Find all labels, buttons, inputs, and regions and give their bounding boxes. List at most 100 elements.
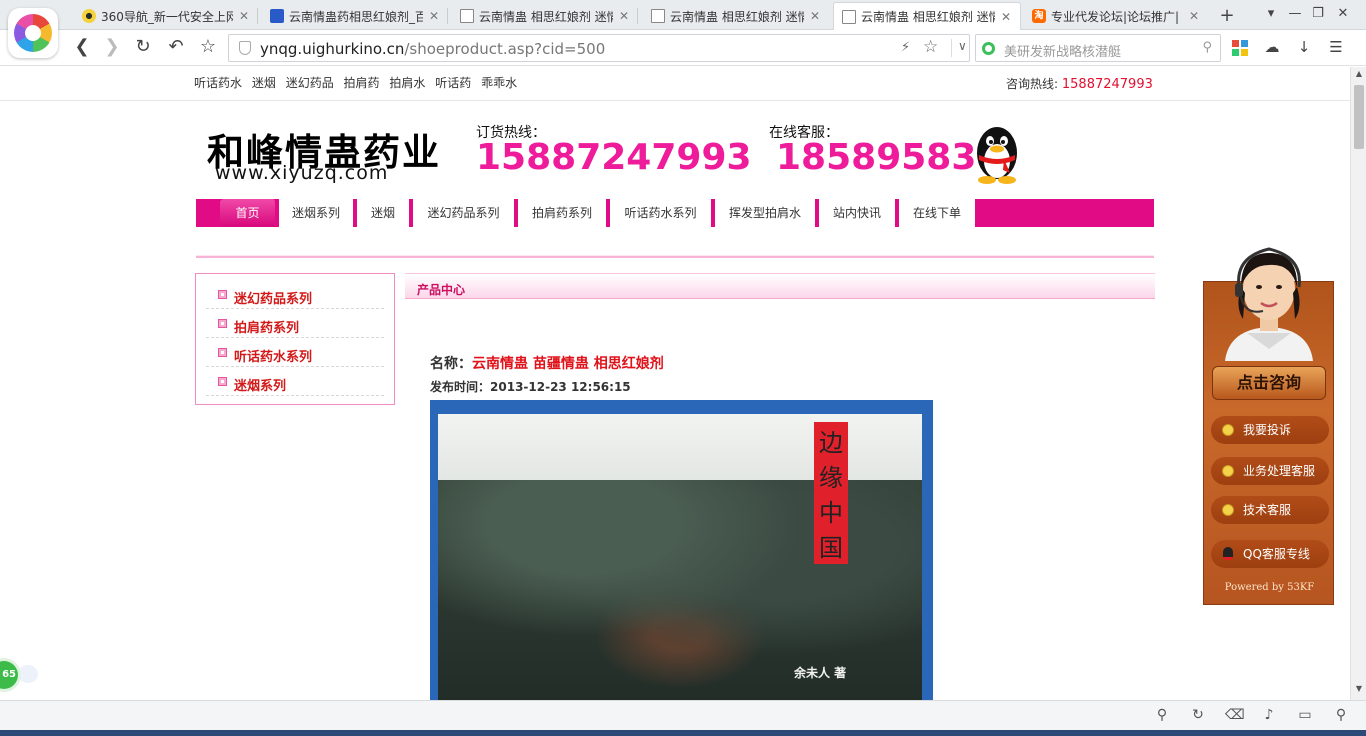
bookmark-star-icon[interactable]: ☆ [196, 36, 220, 60]
address-bar[interactable]: ynqg.uighurkino.cn/shoeproduct.asp?cid=5… [228, 34, 970, 62]
sidebar-item-label: 拍肩药系列 [234, 321, 300, 336]
floating-360-badge[interactable]: 65 [0, 661, 18, 689]
top-link[interactable]: 拍肩药 [344, 76, 380, 90]
zoom-icon[interactable]: ⚲ [1332, 707, 1350, 725]
search-input[interactable]: 美研发新战略核潜艇 [1004, 41, 1121, 60]
book-title-char: 中 [819, 499, 843, 527]
tab-title: 360导航_新一代安全上网 [101, 9, 233, 24]
url-host: ynqg.uighurkino.cn [260, 40, 405, 58]
window-icon[interactable]: ▭ [1296, 707, 1314, 725]
tab-separator [637, 8, 638, 24]
tab-separator [447, 8, 448, 24]
close-icon[interactable]: ✕ [618, 9, 630, 23]
cloud-icon[interactable]: ☁ [1262, 38, 1282, 58]
close-icon[interactable]: ✕ [1188, 9, 1200, 23]
top-link[interactable]: 拍肩水 [389, 76, 425, 90]
chevron-down-icon[interactable]: ∨ [951, 39, 967, 57]
trash-icon[interactable]: ⌫ [1225, 707, 1245, 725]
content-header: 产品中心 [405, 273, 1155, 299]
360-icon [82, 9, 96, 23]
close-icon[interactable]: ✕ [238, 9, 250, 23]
site-logo-url: www.xiyuzq.com [215, 162, 389, 184]
top-link[interactable]: 听话药 [435, 76, 471, 90]
shirt-skin-icon[interactable]: ▾ [1262, 6, 1280, 21]
top-link[interactable]: 乖乖水 [481, 76, 517, 90]
browser-status-bar: ⚲ ↻ ⌫ ♪ ▭ ⚲ [0, 700, 1366, 730]
scroll-thumb[interactable] [1354, 85, 1364, 149]
scroll-down-icon[interactable]: ▼ [1351, 684, 1366, 693]
top-link[interactable]: 迷烟 [252, 76, 276, 90]
online-service-number: 185895838 [776, 137, 1002, 178]
new-tab-button[interactable]: + [1216, 5, 1238, 26]
tab-title: 云南情蛊 相思红娘剂 迷情 [861, 10, 995, 24]
search-engine-icon [982, 42, 995, 55]
bullet-icon [218, 290, 227, 299]
nav-volatile-shoulder-water[interactable]: 挥发型拍肩水 [715, 199, 817, 227]
undo-close-icon[interactable]: ↶ [164, 36, 188, 60]
top-hotline-number: 15887247993 [1061, 77, 1153, 92]
publish-time: 2013-12-23 12:56:15 [490, 380, 631, 394]
sidebar-item-shoulder-pat[interactable]: 拍肩药系列 [206, 309, 384, 338]
lightning-icon[interactable]: ⚡ [901, 40, 910, 55]
favorite-star-icon[interactable]: ☆ [923, 37, 938, 57]
shield-icon [239, 41, 251, 55]
close-icon[interactable]: ✕ [428, 9, 440, 23]
search-icon[interactable]: ⚲ [1202, 40, 1212, 55]
pin-icon[interactable]: ⚲ [1153, 707, 1171, 725]
publish-time-row: 发布时间：2013-12-23 12:56:15 [430, 378, 631, 395]
reload-icon[interactable]: ↻ [131, 36, 155, 60]
book-title: 边缘中国 [814, 422, 848, 564]
nav-home[interactable]: 首页 [220, 199, 277, 227]
url-text[interactable]: ynqg.uighurkino.cn/shoeproduct.asp?cid=5… [260, 40, 605, 58]
close-icon[interactable]: ✕ [1000, 10, 1012, 24]
product-name-row: 名称：云南情蛊 苗疆情蛊 相思红娘剂 [430, 353, 664, 373]
nav-hallucinogen-series[interactable]: 迷幻药品系列 [413, 199, 516, 227]
url-path: /shoeproduct.asp?cid=500 [404, 40, 606, 58]
apps-grid-icon[interactable] [1232, 40, 1248, 56]
nav-mist-smoke-series[interactable]: 迷烟系列 [279, 199, 355, 227]
window-close-icon[interactable]: ✕ [1334, 6, 1352, 21]
nav-site-news[interactable]: 站内快讯 [819, 199, 897, 227]
sidebar-item-obedience-potion[interactable]: 听话药水系列 [206, 338, 384, 367]
vertical-scrollbar[interactable]: ▲ ▼ [1350, 67, 1366, 700]
nav-obedience-potion-series[interactable]: 听话药水系列 [610, 199, 713, 227]
tech-service-label: 技术客服 [1243, 503, 1292, 517]
tab-page-2[interactable]: 云南情蛊 相思红娘剂 迷情 ✕ [643, 2, 829, 30]
consult-button[interactable]: 点击咨询 [1212, 366, 1326, 400]
complaint-button[interactable]: 我要投诉 [1211, 416, 1329, 444]
sidebar-item-hallucinogen[interactable]: 迷幻药品系列 [206, 280, 384, 309]
complaint-label: 我要投诉 [1243, 423, 1292, 437]
tab-page-active[interactable]: 云南情蛊 相思红娘剂 迷情 ✕ [833, 2, 1021, 30]
tab-forum-promo[interactable]: 淘 专业代发论坛|论坛推广| ✕ [1024, 2, 1208, 30]
menu-icon[interactable]: ☰ [1326, 38, 1346, 58]
close-icon[interactable]: ✕ [809, 9, 821, 23]
tab-360-nav[interactable]: 360导航_新一代安全上网 ✕ [74, 2, 258, 30]
maximize-icon[interactable]: ❐ [1309, 6, 1327, 21]
top-link[interactable]: 听话药水 [194, 76, 242, 90]
tab-bar: 360导航_新一代安全上网 ✕ 云南情蛊药相思红娘剂_百 ✕ 云南情蛊 相思红娘… [0, 0, 1366, 30]
tab-page-1[interactable]: 云南情蛊 相思红娘剂 迷情 ✕ [452, 2, 638, 30]
search-box[interactable]: 美研发新战略核潜艇 ⚲ [975, 34, 1221, 62]
speedup-icon[interactable]: ↻ [1189, 707, 1207, 725]
minimize-icon[interactable]: — [1286, 6, 1304, 21]
scroll-up-icon[interactable]: ▲ [1351, 69, 1366, 78]
content-title: 产品中心 [417, 283, 466, 297]
back-icon[interactable]: ❮ [70, 36, 94, 60]
chat-bubble-icon[interactable] [18, 665, 38, 683]
nav-shoulder-pat-series[interactable]: 拍肩药系列 [518, 199, 608, 227]
qq-service-button[interactable]: QQ客服专线 [1211, 540, 1329, 568]
volume-icon[interactable]: ♪ [1260, 707, 1278, 725]
nav-mist-smoke[interactable]: 迷烟 [357, 199, 411, 227]
forward-icon[interactable]: ❯ [100, 36, 124, 60]
nav-order-online[interactable]: 在线下单 [899, 199, 977, 227]
qq-penguin-icon[interactable] [970, 123, 1024, 185]
tab-baidu-search[interactable]: 云南情蛊药相思红娘剂_百 ✕ [262, 2, 448, 30]
sidebar-item-label: 迷烟系列 [234, 379, 287, 394]
tech-service-button[interactable]: 技术客服 [1211, 496, 1329, 524]
download-icon[interactable]: ↓ [1294, 38, 1314, 58]
publish-time-label: 发布时间： [430, 380, 491, 394]
business-service-button[interactable]: 业务处理客服 [1211, 457, 1329, 485]
sidebar-item-mist-smoke[interactable]: 迷烟系列 [206, 367, 384, 396]
browser-logo[interactable] [8, 8, 58, 58]
top-link[interactable]: 迷幻药品 [286, 76, 334, 90]
